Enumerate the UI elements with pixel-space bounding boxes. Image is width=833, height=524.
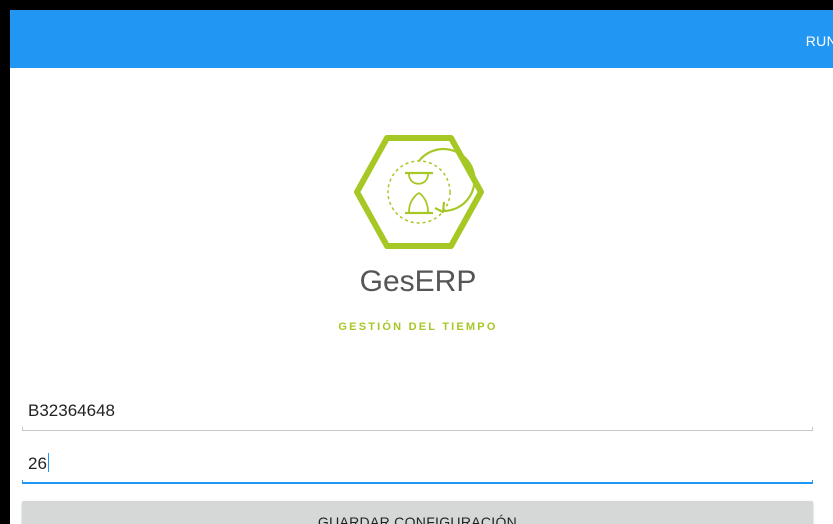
app-bar: RUN bbox=[10, 10, 833, 68]
app-screen: RUN GesERP GESTIÓN DEL TIEMPO B32364648 … bbox=[10, 10, 833, 524]
company-id-value: B32364648 bbox=[28, 401, 115, 420]
save-configuration-label: GUARDAR CONFIGURACIÓN bbox=[317, 514, 518, 524]
code-value: 26 bbox=[28, 454, 47, 473]
field-underline-active bbox=[22, 480, 813, 484]
company-id-field[interactable]: B32364648 bbox=[22, 401, 813, 433]
hourglass-hexagon-icon bbox=[354, 135, 484, 249]
code-field[interactable]: 26 bbox=[22, 453, 813, 486]
field-underline bbox=[22, 427, 813, 431]
run-action-button[interactable]: RUN bbox=[806, 33, 833, 49]
logo-name: GesERP bbox=[359, 265, 477, 298]
app-logo: GesERP GESTIÓN DEL TIEMPO bbox=[292, 102, 544, 385]
code-field-content: 26 bbox=[28, 453, 49, 474]
save-configuration-button[interactable]: GUARDAR CONFIGURACIÓN bbox=[22, 501, 813, 524]
logo-tagline: GESTIÓN DEL TIEMPO bbox=[338, 321, 498, 333]
text-cursor bbox=[47, 453, 49, 472]
